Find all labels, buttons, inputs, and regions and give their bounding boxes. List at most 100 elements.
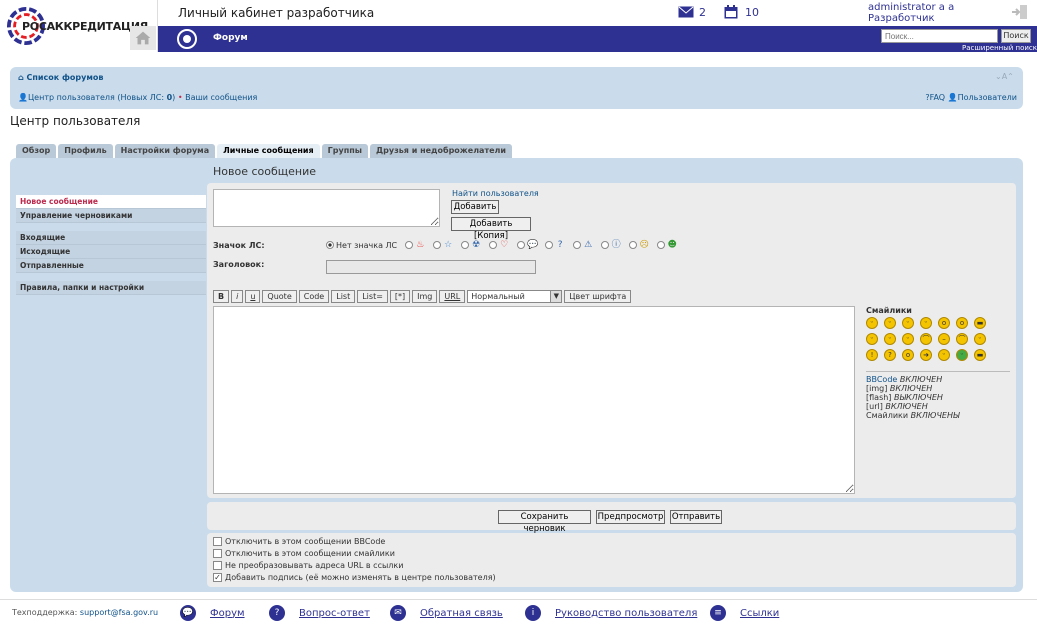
checkbox[interactable]: [213, 537, 222, 546]
sidebar-item-sent[interactable]: Отправленные: [16, 259, 206, 273]
code-button[interactable]: Code: [298, 290, 330, 303]
sidebar-item-new-message[interactable]: Новое сообщение: [16, 195, 206, 209]
happy-icon[interactable]: ᵕ: [902, 317, 914, 329]
ordered-list-button[interactable]: List=: [357, 290, 388, 303]
list-button[interactable]: List: [331, 290, 356, 303]
option-attach-signature[interactable]: ✓ Добавить подпись (её можно изменять в ц…: [213, 573, 496, 582]
question-smiley-icon[interactable]: ?: [884, 349, 896, 361]
icon-radio-none[interactable]: [326, 241, 334, 249]
mad-icon[interactable]: ⌒: [956, 333, 968, 345]
arrow-icon[interactable]: ➜: [920, 349, 932, 361]
exclaim-icon[interactable]: !: [866, 349, 878, 361]
sidebar-item-outbox[interactable]: Исходящие: [16, 245, 206, 259]
surprised-icon[interactable]: o: [938, 317, 950, 329]
tab-groups[interactable]: Группы: [321, 144, 368, 158]
sidebar-item-rules[interactable]: Правила, папки и настройки: [16, 281, 206, 295]
breadcrumb-messages[interactable]: Ваши сообщения: [185, 93, 257, 102]
add-copy-button[interactable]: Добавить [Копия]: [451, 217, 531, 241]
icon-radio-heart[interactable]: [489, 241, 498, 249]
icon-radio-star[interactable]: [433, 241, 442, 249]
checkbox-checked[interactable]: ✓: [213, 573, 222, 582]
footer: Техподдержка: support@fsa.gov.ru 💬 Форум …: [0, 599, 1037, 625]
evil-icon[interactable]: ᵕ: [974, 333, 986, 345]
message-editor[interactable]: [213, 306, 855, 494]
forum-nav-icon[interactable]: [176, 28, 198, 50]
url-button[interactable]: URL: [439, 290, 466, 303]
underline-button[interactable]: u: [245, 290, 261, 303]
footer-faq-link[interactable]: ? Вопрос-ответ: [269, 605, 370, 621]
submit-button[interactable]: Отправить: [670, 510, 722, 524]
geek-icon[interactable]: ▬: [974, 349, 986, 361]
icon-radio-fire[interactable]: [405, 241, 414, 249]
nav-forum-link[interactable]: Форум: [213, 33, 248, 43]
tab-friends-foes[interactable]: Друзья и недоброжелатели: [370, 144, 512, 158]
calendar-count[interactable]: 10: [745, 6, 759, 19]
forum-list-link[interactable]: ⌂ Список форумов: [18, 73, 103, 82]
eek-icon[interactable]: o: [956, 317, 968, 329]
icon-radio-radioactive[interactable]: [461, 241, 470, 249]
rolleyes-icon[interactable]: ᵕ: [938, 349, 950, 361]
footer-feedback-link[interactable]: ✉ Обратная связь: [390, 605, 503, 621]
img-button[interactable]: Img: [412, 290, 438, 303]
icon-radio-speech[interactable]: [517, 241, 526, 249]
footer-links-link[interactable]: ≡ Ссылки: [710, 605, 779, 621]
logo[interactable]: РОСАККРЕДИТАЦИЯ: [0, 0, 158, 52]
neutral-icon[interactable]: –: [938, 333, 950, 345]
tab-forum-settings[interactable]: Настройки форума: [114, 144, 216, 158]
breadcrumb-ucp[interactable]: Центр пользователя (Новых ЛС:: [28, 93, 167, 102]
icon-radio-warning[interactable]: [573, 241, 582, 249]
italic-button[interactable]: i: [231, 290, 244, 303]
font-size-select[interactable]: Нормальный ▼: [467, 290, 563, 303]
list-item-button[interactable]: [*]: [389, 290, 411, 303]
bold-button[interactable]: B: [213, 290, 230, 303]
users-link[interactable]: Пользователи: [958, 93, 1017, 102]
subject-input[interactable]: [326, 260, 536, 274]
collapse-icon[interactable]: ⌄A⌃: [995, 72, 1014, 81]
option-disable-smilies[interactable]: Отключить в этом сообщении смайлики: [213, 549, 395, 558]
icon-radio-alien[interactable]: [657, 241, 666, 249]
alien-icon[interactable]: ᵕ: [956, 349, 968, 361]
sidebar-item-drafts[interactable]: Управление черновиками: [16, 209, 206, 223]
smile-icon[interactable]: ᵕ: [866, 317, 878, 329]
search-input[interactable]: [881, 29, 998, 43]
quote-button[interactable]: Quote: [262, 290, 297, 303]
icon-radio-question[interactable]: [545, 241, 554, 249]
icon-radio-sad[interactable]: [629, 241, 638, 249]
format-toolbar: B i u Quote Code List List= [*] Img URL …: [213, 290, 632, 303]
recipients-field[interactable]: [213, 189, 440, 227]
tab-profile[interactable]: Профиль: [58, 144, 113, 158]
mail-icon[interactable]: [678, 6, 694, 18]
razz-icon[interactable]: ᵕ: [902, 333, 914, 345]
footer-manual-link[interactable]: i Руководство пользователя: [525, 605, 697, 621]
search-button[interactable]: Поиск: [1001, 29, 1031, 43]
find-user-link[interactable]: Найти пользователя: [452, 189, 539, 198]
calendar-icon[interactable]: [724, 5, 738, 19]
footer-forum-link[interactable]: 💬 Форум: [180, 605, 245, 621]
add-button[interactable]: Добавить: [451, 200, 499, 214]
checkbox[interactable]: [213, 549, 222, 558]
grin-icon[interactable]: ᵕ: [884, 317, 896, 329]
tab-overview[interactable]: Обзор: [16, 144, 57, 158]
bbcode-help-link[interactable]: BBCode: [866, 375, 897, 384]
messages-count[interactable]: 2: [699, 6, 706, 19]
user-name[interactable]: administrator a a: [868, 2, 954, 13]
logout-icon[interactable]: [1010, 2, 1030, 22]
advanced-search-link[interactable]: Расширенный поиск: [962, 44, 1037, 52]
option-disable-bbcode[interactable]: Отключить в этом сообщении BBCode: [213, 537, 385, 546]
home-button[interactable]: [130, 26, 156, 50]
save-draft-button[interactable]: Сохранить черновик: [498, 510, 591, 534]
support-email[interactable]: support@fsa.gov.ru: [80, 608, 158, 617]
icon-radio-info[interactable]: [601, 241, 610, 249]
option-no-magic-url[interactable]: Не преобразовывать адреса URL в ссылки: [213, 561, 403, 570]
sad-icon[interactable]: ⌒: [920, 333, 932, 345]
preview-button[interactable]: Предпросмотр: [596, 510, 665, 524]
cool-icon[interactable]: ▬: [974, 317, 986, 329]
faq-link[interactable]: FAQ: [930, 93, 946, 102]
wink-icon[interactable]: ᵕ: [866, 333, 878, 345]
laugh-icon[interactable]: ᵕ: [920, 317, 932, 329]
tongue-icon[interactable]: ᵕ: [884, 333, 896, 345]
idea-icon[interactable]: o: [902, 349, 914, 361]
checkbox[interactable]: [213, 561, 222, 570]
sidebar-item-inbox[interactable]: Входящие: [16, 231, 206, 245]
font-color-button[interactable]: Цвет шрифта: [564, 290, 632, 303]
